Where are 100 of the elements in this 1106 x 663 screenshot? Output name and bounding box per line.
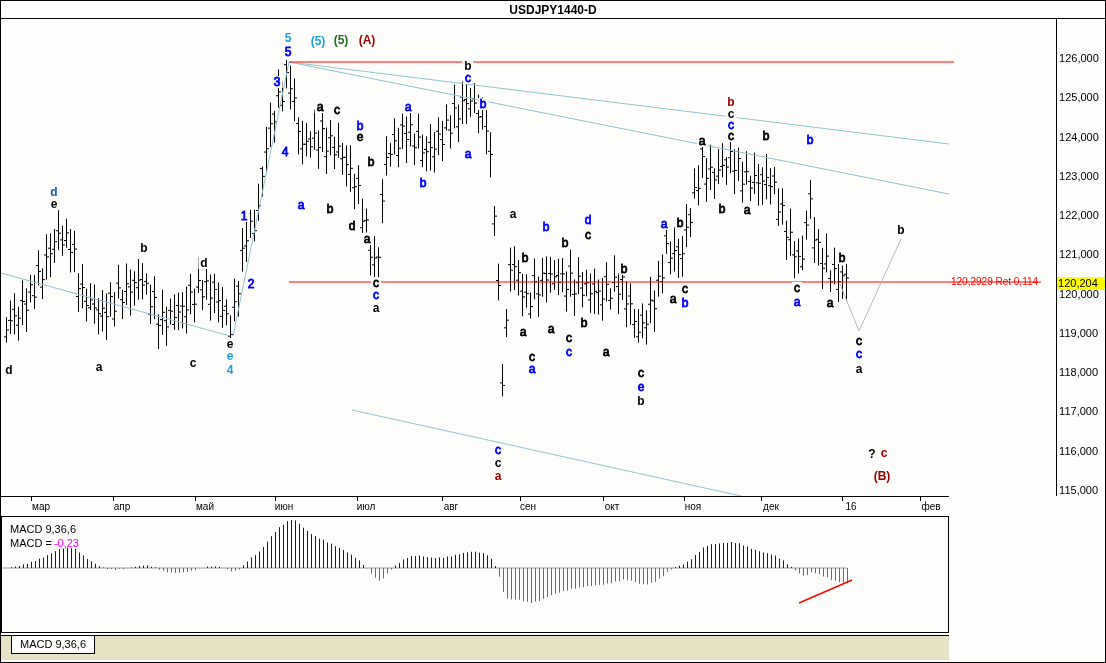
- wave-label: a: [361, 233, 373, 245]
- macd-value: -0,23: [53, 536, 79, 551]
- wave-label: d: [198, 257, 210, 269]
- date-label: июл: [356, 502, 376, 512]
- date-label: дек: [763, 502, 779, 512]
- date-label: авг: [443, 502, 459, 512]
- wave-label: b: [760, 130, 772, 142]
- wave-label: a: [824, 297, 836, 309]
- wave-label: a: [462, 148, 474, 160]
- wave-label: c: [187, 357, 199, 369]
- current-price-tag: 120,204: [1057, 276, 1105, 290]
- wave-label: c: [564, 332, 574, 344]
- wave-label: b: [417, 177, 429, 189]
- level-label: 120,2929 Ret 0,114: [951, 277, 1039, 287]
- wave-label: b: [674, 217, 686, 229]
- wave-label: ?: [866, 448, 878, 460]
- indicator-tab[interactable]: MACD 9,36,6: [11, 636, 96, 654]
- wave-label: 5: [282, 46, 294, 58]
- wave-label: b: [477, 98, 489, 110]
- wave-label: c: [726, 130, 736, 142]
- price-tick-label: 115,000: [1059, 484, 1099, 496]
- date-label: сен: [519, 502, 537, 512]
- wave-label: 4: [279, 146, 291, 158]
- chart-title: USDJPY1440-D: [509, 3, 597, 16]
- wave-label: b: [324, 203, 336, 215]
- wave-label: c: [493, 444, 503, 456]
- date-label: фев: [921, 502, 941, 512]
- divergence-line: [798, 579, 853, 604]
- wave-label: a: [295, 199, 307, 211]
- wave-label: b: [895, 224, 907, 236]
- price-tick-label: 117,000: [1059, 406, 1099, 418]
- price-tick-label: 123,000: [1059, 170, 1099, 182]
- wave-label: b: [578, 317, 590, 329]
- wave-label: b: [836, 252, 848, 264]
- price-tick-label: 120,000: [1059, 288, 1099, 300]
- wave-label: (A): [356, 34, 378, 46]
- wave-label: 5: [282, 32, 294, 44]
- wave-label: a: [517, 326, 529, 338]
- price-tick-label: 119,000: [1059, 327, 1099, 339]
- wave-label: a: [492, 470, 504, 482]
- wave-label: e: [224, 338, 236, 350]
- wave-label: e: [635, 381, 647, 393]
- wave-label: a: [526, 363, 538, 375]
- wave-label: b: [138, 242, 150, 254]
- wave-label: 2: [245, 278, 257, 290]
- wave-label: c: [854, 335, 864, 347]
- wave-label: b: [540, 221, 552, 233]
- wave-label: b: [559, 237, 571, 249]
- wave-label: c: [463, 72, 473, 84]
- wave-label: a: [545, 323, 557, 335]
- price-tick-label: 121,000: [1059, 249, 1099, 261]
- price-tick-label: 122,000: [1059, 210, 1099, 222]
- date-label: май: [196, 502, 214, 512]
- wave-label: e: [224, 350, 236, 362]
- price-tick-label: 116,000: [1059, 445, 1099, 457]
- wave-label: b: [635, 395, 647, 407]
- wave-label: a: [658, 218, 670, 230]
- wave-label: b: [519, 252, 531, 264]
- wave-label: a: [853, 363, 865, 375]
- wave-label: c: [792, 282, 802, 294]
- date-label: окт: [604, 502, 620, 512]
- wave-label: a: [507, 208, 519, 220]
- wave-label: a: [791, 296, 803, 308]
- wave-label: b: [716, 203, 728, 215]
- wave-label: b: [679, 297, 691, 309]
- wave-label: d: [346, 220, 358, 232]
- wave-label: b: [725, 96, 737, 108]
- wave-label: e: [354, 131, 366, 143]
- date-label: мар: [32, 502, 50, 512]
- date-label: 16: [845, 502, 857, 512]
- wave-label: a: [93, 361, 105, 373]
- wave-label: d: [48, 186, 60, 198]
- wave-label: c: [371, 289, 381, 301]
- wave-label: a: [314, 101, 326, 113]
- price-tick-label: 118,000: [1059, 367, 1099, 379]
- wave-label: a: [741, 204, 753, 216]
- wave-label: d: [3, 364, 15, 376]
- wave-label: d: [582, 214, 594, 226]
- wave-label: (5): [308, 35, 328, 47]
- wave-label: c: [527, 351, 537, 363]
- wave-label: c: [878, 447, 890, 459]
- wave-label: c: [492, 457, 504, 469]
- wave-label: a: [370, 302, 382, 314]
- price-tick-label: 124,000: [1059, 131, 1099, 143]
- wave-label: (5): [331, 34, 351, 46]
- macd-title: MACD 9,36,6: [10, 523, 78, 537]
- wave-label: (B): [871, 470, 893, 482]
- wave-label: c: [636, 367, 646, 379]
- wave-label: b: [618, 263, 630, 275]
- wave-label: 3: [271, 76, 283, 88]
- wave-label: c: [854, 348, 864, 360]
- wave-label: b: [804, 134, 816, 146]
- date-label: июн: [274, 502, 294, 512]
- wave-label: a: [667, 293, 679, 305]
- price-tick-label: 125,000: [1059, 92, 1099, 104]
- wave-label: 1: [238, 210, 250, 222]
- wave-label: c: [564, 346, 574, 358]
- wave-label: c: [332, 104, 342, 116]
- wave-label: c: [583, 229, 593, 241]
- wave-label: b: [462, 60, 474, 72]
